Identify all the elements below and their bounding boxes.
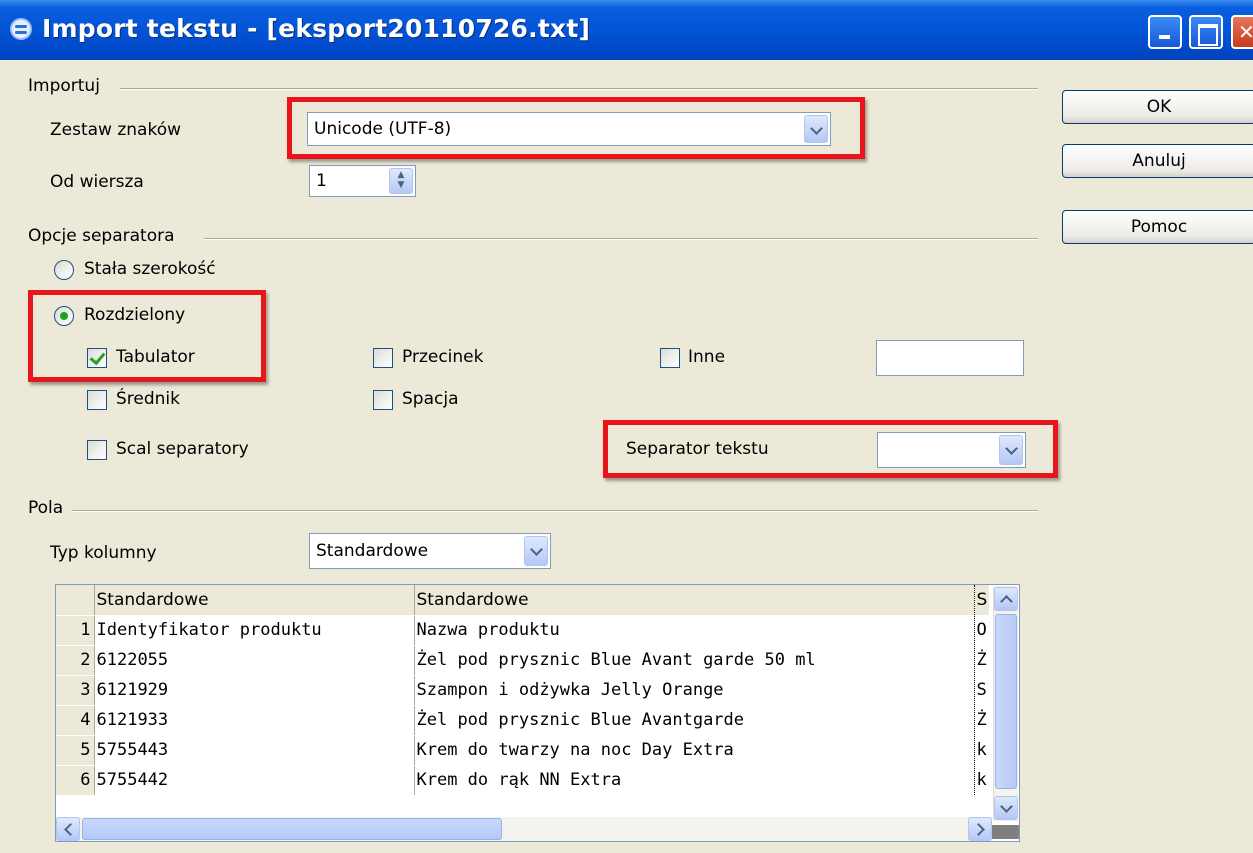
- close-icon[interactable]: [1231, 15, 1253, 49]
- table-cell: Nazwa produktu: [413, 615, 975, 646]
- separated-label[interactable]: Rozdzielony: [84, 305, 185, 325]
- table-row: 5 5755443 Krem do twarzy na noc Day Extr…: [56, 735, 990, 766]
- preview-grid[interactable]: Standardowe Standardowe S 1 Identyfikato…: [55, 584, 1020, 842]
- table-cell: Krem do rąk NN Extra: [413, 765, 975, 795]
- import-section-label: Importuj: [28, 76, 108, 96]
- vertical-scroll-thumb[interactable]: [995, 614, 1017, 789]
- table-row: 4 6121933 Żel pod prysznic Blue Avantgar…: [56, 705, 990, 736]
- column-header[interactable]: S: [974, 585, 990, 616]
- text-delimiter-label: Separator tekstu: [626, 439, 769, 459]
- charset-select[interactable]: Unicode (UTF-8): [307, 112, 831, 146]
- separator-section-label: Opcje separatora: [28, 226, 183, 246]
- row-number: 6: [56, 765, 95, 795]
- table-cell: 5755442: [94, 765, 415, 795]
- row-number: 4: [56, 705, 95, 736]
- chevron-down-icon[interactable]: [804, 115, 828, 143]
- charset-label: Zestaw znaków: [50, 120, 182, 140]
- fields-divider: [72, 510, 1038, 512]
- column-type-label: Typ kolumny: [50, 543, 157, 563]
- table-cell: 5755443: [94, 735, 415, 766]
- table-row: 2 6122055 Żel pod prysznic Blue Avant ga…: [56, 645, 990, 676]
- table-cell: Szampon i odżywka Jelly Orange: [413, 675, 975, 706]
- charset-value: Unicode (UTF-8): [314, 119, 452, 139]
- spin-arrows-icon[interactable]: ▲ ▼: [389, 168, 413, 194]
- scroll-left-icon[interactable]: [56, 817, 80, 841]
- table-cell: Ż: [974, 705, 990, 736]
- table-cell: S: [974, 675, 990, 706]
- table-cell: Ż: [974, 645, 990, 676]
- horizontal-scrollbar[interactable]: [56, 817, 992, 841]
- title-bar: Import tekstu - [eksport20110726.txt]: [0, 0, 1253, 60]
- comma-checkbox[interactable]: [373, 348, 393, 368]
- table-cell: k: [976, 770, 987, 791]
- space-checkbox[interactable]: [373, 390, 393, 410]
- table-cell: 6121933: [94, 705, 415, 736]
- row-number: 3: [56, 675, 95, 706]
- fields-section-label: Pola: [28, 498, 72, 518]
- comma-label[interactable]: Przecinek: [402, 347, 483, 367]
- tab-label[interactable]: Tabulator: [116, 347, 195, 367]
- chevron-down-icon[interactable]: [999, 435, 1023, 465]
- separator-divider: [204, 238, 1038, 240]
- maximize-icon[interactable]: [1189, 15, 1223, 49]
- table-cell: O: [974, 615, 990, 646]
- row-number: 5: [56, 735, 95, 766]
- minimize-icon[interactable]: [1148, 15, 1182, 49]
- chevron-down-icon[interactable]: [524, 536, 548, 566]
- from-row-value: 1: [316, 171, 327, 191]
- table-cell: Żel pod prysznic Blue Avantgarde: [413, 705, 975, 736]
- other-checkbox[interactable]: [660, 348, 680, 368]
- separated-tab-highlight: [28, 290, 266, 382]
- from-row-label: Od wiersza: [50, 172, 144, 192]
- semicolon-label[interactable]: Średnik: [116, 389, 180, 409]
- space-label[interactable]: Spacja: [402, 389, 459, 409]
- other-label[interactable]: Inne: [688, 347, 725, 367]
- merge-separators-label[interactable]: Scal separatory: [116, 439, 249, 459]
- from-row-stepper[interactable]: 1 ▲ ▼: [309, 165, 416, 197]
- table-cell: k: [974, 735, 990, 766]
- app-icon: [10, 18, 32, 40]
- table-row: 6 5755442 Krem do rąk NN Extra k: [56, 765, 989, 795]
- table-cell: 6122055: [94, 645, 415, 676]
- text-delimiter-select[interactable]: [877, 432, 1026, 468]
- column-type-select[interactable]: Standardowe: [309, 533, 551, 569]
- corner-cell: [56, 585, 95, 616]
- other-separator-input[interactable]: [876, 340, 1024, 376]
- merge-separators-checkbox[interactable]: [87, 440, 107, 460]
- table-cell: Żel pod prysznic Blue Avant garde 50 ml: [413, 645, 975, 676]
- fixed-width-radio[interactable]: [54, 260, 74, 280]
- scroll-right-icon[interactable]: [968, 817, 992, 841]
- separated-radio[interactable]: [54, 306, 74, 326]
- preview-header-row: Standardowe Standardowe S: [56, 585, 990, 616]
- window-title: Import tekstu - [eksport20110726.txt]: [42, 14, 591, 43]
- table-row: 1 Identyfikator produktu Nazwa produktu …: [56, 615, 990, 646]
- vertical-scrollbar[interactable]: [993, 586, 1018, 821]
- semicolon-checkbox[interactable]: [87, 390, 107, 410]
- tab-checkbox[interactable]: [87, 348, 107, 368]
- scroll-up-icon[interactable]: [994, 587, 1018, 611]
- table-cell: Krem do twarzy na noc Day Extra: [413, 735, 975, 766]
- fixed-width-label[interactable]: Stała szerokość: [84, 259, 216, 279]
- import-divider: [120, 88, 1038, 90]
- table-cell: Identyfikator produktu: [94, 615, 415, 646]
- table-row: 3 6121929 Szampon i odżywka Jelly Orange…: [56, 675, 990, 706]
- horizontal-scroll-thumb[interactable]: [82, 818, 502, 840]
- help-button[interactable]: Pomoc: [1062, 210, 1253, 244]
- scroll-down-icon[interactable]: [994, 796, 1018, 820]
- ok-button[interactable]: OK: [1062, 90, 1253, 124]
- row-number: 1: [56, 615, 95, 646]
- column-type-value: Standardowe: [316, 541, 429, 561]
- column-header[interactable]: Standardowe: [94, 585, 415, 616]
- cancel-button[interactable]: Anuluj: [1062, 144, 1253, 178]
- column-header[interactable]: Standardowe: [413, 585, 975, 616]
- row-number: 2: [56, 645, 95, 676]
- table-cell: 6121929: [94, 675, 415, 706]
